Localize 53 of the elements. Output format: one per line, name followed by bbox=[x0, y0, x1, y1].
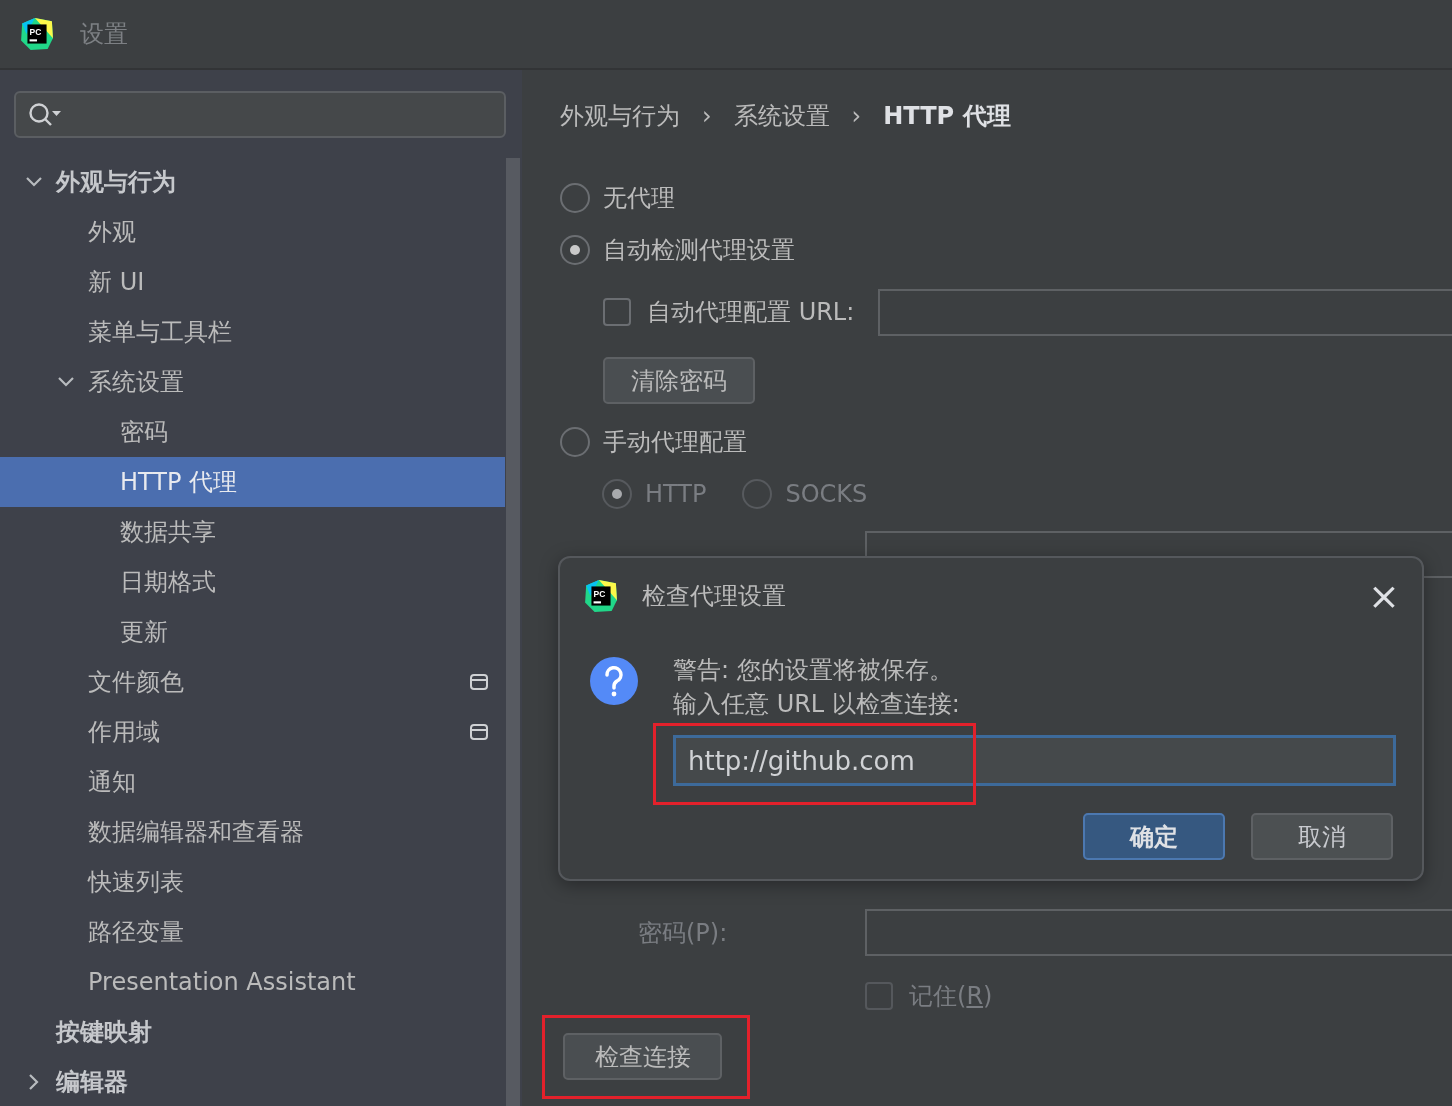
tree-item[interactable]: 新 UI bbox=[0, 257, 505, 307]
clear-passwords-button[interactable]: 清除密码 bbox=[603, 357, 755, 404]
tree-item[interactable]: 密码 bbox=[0, 407, 505, 457]
radio-label: 手动代理配置 bbox=[603, 427, 747, 458]
tree-item[interactable]: Presentation Assistant bbox=[0, 957, 505, 1007]
checkbox-label: 记住(R) bbox=[909, 981, 993, 1012]
url-input-field[interactable] bbox=[878, 288, 1452, 336]
message-text: 输入任意 URL 以检查连接: bbox=[673, 689, 961, 720]
radio-label: 自动检测代理设置 bbox=[603, 235, 795, 266]
pycharm-logo-icon: PC bbox=[20, 17, 54, 51]
dialog-title: 检查代理设置 bbox=[642, 581, 786, 612]
radio-button[interactable] bbox=[560, 427, 590, 457]
pycharm-logo-icon: PC bbox=[584, 579, 618, 613]
close-button[interactable]: × bbox=[1364, 576, 1404, 616]
tree-item[interactable]: 更新 bbox=[0, 607, 505, 657]
tree-item[interactable]: 日期格式 bbox=[0, 557, 505, 607]
search-icon bbox=[28, 101, 62, 128]
check-connection-button[interactable]: 检查连接 bbox=[563, 1033, 722, 1080]
message-text: 警告: 您的设置将被保存。 bbox=[673, 655, 954, 686]
field-label: 密码(P): bbox=[638, 917, 729, 949]
breadcrumb-link[interactable]: 系统设置 bbox=[733, 98, 830, 134]
tree-item[interactable]: 编辑器 bbox=[0, 1057, 505, 1106]
breadcrumb-separator: › bbox=[702, 101, 712, 132]
tree-item[interactable]: 文件颜色 bbox=[0, 657, 505, 707]
tree-item[interactable]: 系统设置 bbox=[0, 357, 505, 407]
tree-item[interactable]: 按键映射 bbox=[0, 1007, 505, 1057]
breadcrumb-separator: › bbox=[851, 101, 862, 132]
breadcrumb-link[interactable]: 外观与行为 bbox=[560, 98, 680, 134]
tree-item[interactable]: 快速列表 bbox=[0, 857, 505, 907]
checkbox[interactable] bbox=[603, 298, 631, 326]
breadcrumb-current: HTTP 代理 bbox=[883, 101, 1011, 132]
checkbox-label: 自动代理配置 URL: bbox=[647, 297, 855, 328]
url-input-field[interactable]: http://github.com bbox=[673, 735, 1396, 786]
tree-item[interactable]: 作用域 bbox=[0, 707, 505, 757]
tree-item[interactable]: 外观与行为 bbox=[0, 157, 505, 207]
radio-label: HTTP bbox=[645, 479, 707, 510]
radio-button[interactable] bbox=[560, 235, 590, 265]
question-icon bbox=[590, 657, 638, 705]
tree-item[interactable]: 路径变量 bbox=[0, 907, 505, 957]
tree-item[interactable]: 数据共享 bbox=[0, 507, 505, 557]
tree-item[interactable]: 外观 bbox=[0, 207, 505, 257]
tree-item[interactable]: 通知 bbox=[0, 757, 505, 807]
search-field[interactable] bbox=[14, 91, 506, 138]
radio-button[interactable] bbox=[560, 183, 590, 213]
radio-label: 无代理 bbox=[603, 183, 675, 214]
cancel-button[interactable]: 取消 bbox=[1251, 813, 1393, 860]
tree-item[interactable]: 数据编辑器和查看器 bbox=[0, 807, 505, 857]
tree-item[interactable]: HTTP 代理 bbox=[0, 457, 505, 507]
scrollbar[interactable] bbox=[506, 158, 520, 1106]
ok-button[interactable]: 确定 bbox=[1083, 813, 1225, 860]
radio-label: SOCKS bbox=[785, 479, 868, 510]
tree-item[interactable]: 菜单与工具栏 bbox=[0, 307, 505, 357]
window-title: 设置 bbox=[80, 19, 128, 50]
